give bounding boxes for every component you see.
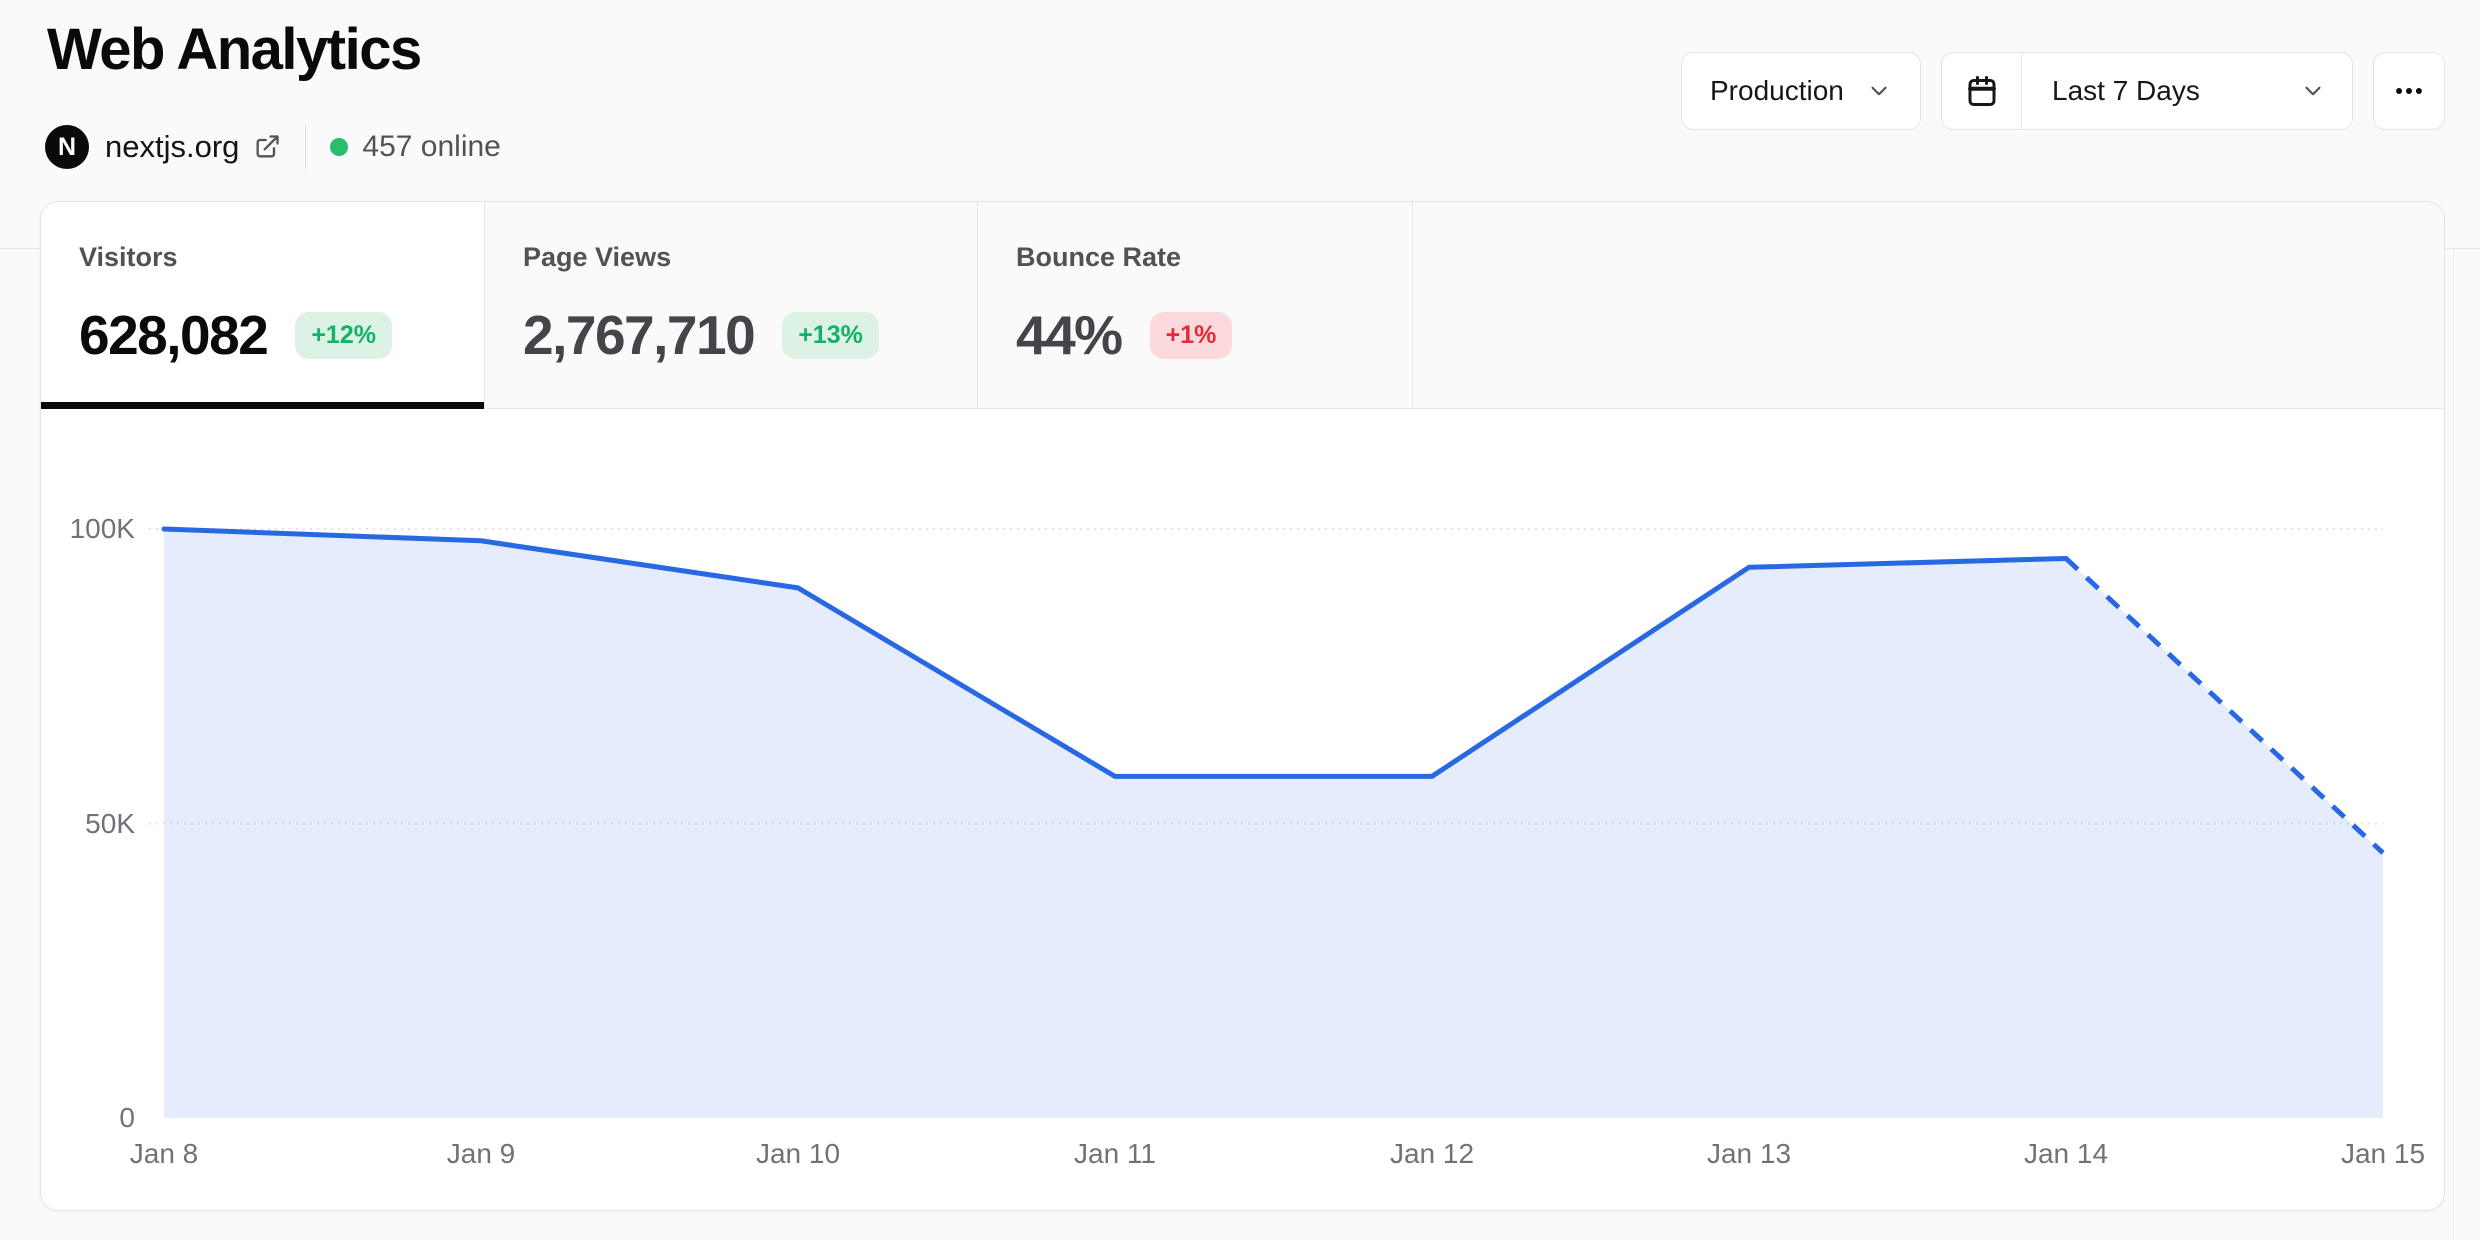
external-link-icon[interactable]: [253, 133, 281, 161]
date-range-label: Last 7 Days: [2052, 75, 2200, 107]
x-axis-label: Jan 14: [1996, 1138, 2136, 1170]
visitors-chart[interactable]: 100K 50K 0 Jan 8 Jan 9 Jan 10 Jan 11 Jan 12 Jan…: [41, 202, 2444, 1210]
chevron-down-icon: [2300, 78, 2326, 104]
date-range-control: Last 7 Days: [1941, 52, 2353, 130]
y-axis-label: 50K: [55, 808, 135, 840]
calendar-icon: [1964, 73, 2000, 109]
project-domain-link[interactable]: nextjs.org: [105, 129, 239, 165]
x-axis-label: Jan 11: [1045, 1138, 1185, 1170]
chart-canvas[interactable]: [41, 202, 2444, 1210]
online-count: 457 online: [362, 130, 500, 164]
x-axis-label: Jan 13: [1679, 1138, 1819, 1170]
calendar-button[interactable]: [1942, 53, 2022, 129]
page-title: Web Analytics: [47, 16, 421, 83]
x-axis-label: Jan 15: [2313, 1138, 2445, 1170]
x-axis-label: Jan 10: [728, 1138, 868, 1170]
site-row: N nextjs.org 457 online: [45, 122, 501, 172]
online-status-dot: [330, 138, 348, 156]
x-axis-label: Jan 9: [411, 1138, 551, 1170]
header-controls: Production Last 7 Days: [1681, 52, 2445, 130]
y-axis-label: 100K: [55, 513, 135, 545]
x-axis-label: Jan 12: [1362, 1138, 1502, 1170]
vertical-divider: [305, 125, 306, 169]
nextjs-logo-icon: N: [45, 125, 89, 169]
analytics-card: Visitors 628,082 +12% Page Views 2,767,7…: [40, 201, 2445, 1211]
date-range-dropdown[interactable]: Last 7 Days: [2022, 53, 2352, 129]
nextjs-logo-letter: N: [58, 133, 76, 162]
ellipsis-icon: [2392, 74, 2426, 108]
x-axis-label: Jan 8: [94, 1138, 234, 1170]
more-options-button[interactable]: [2373, 52, 2445, 130]
environment-dropdown-label: Production: [1710, 75, 1844, 107]
chevron-down-icon: [1866, 78, 1892, 104]
scrollbar-track[interactable]: [2453, 249, 2454, 1240]
environment-dropdown[interactable]: Production: [1681, 52, 1921, 130]
y-axis-label: 0: [55, 1102, 135, 1134]
